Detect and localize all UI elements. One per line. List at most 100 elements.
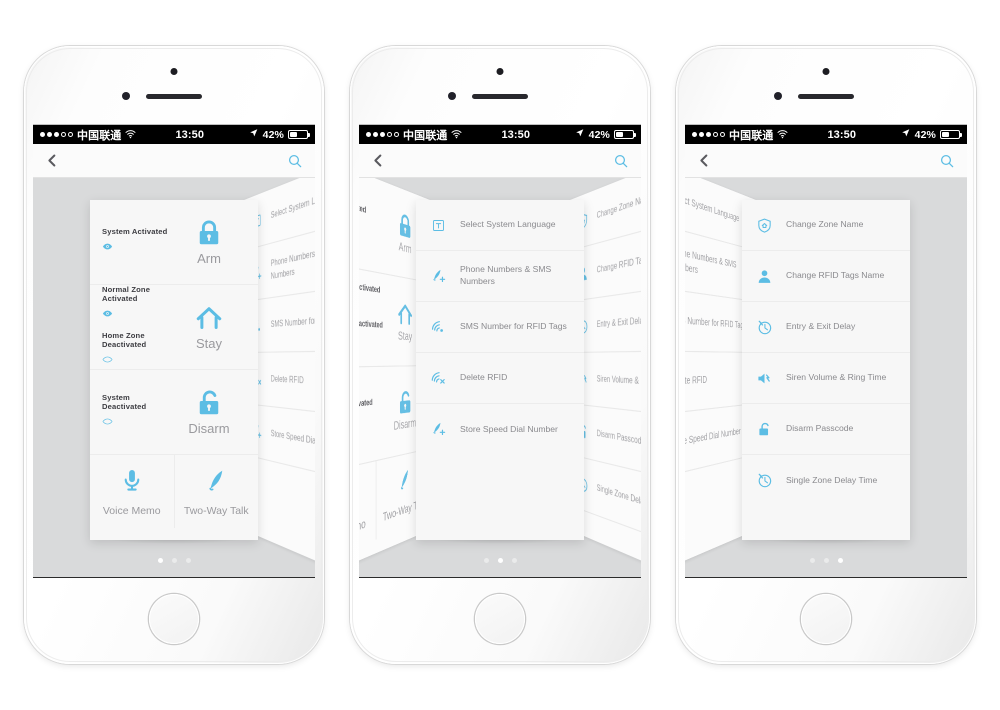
page-dot[interactable] — [171, 558, 177, 563]
panel-carousel[interactable]: Select System Language Phone Numbers & SM… — [33, 178, 315, 577]
screen-content: Select System Language Phone Numbers & SM… — [33, 178, 315, 577]
signal-dot — [47, 132, 52, 137]
timer-icon — [751, 472, 777, 489]
list-item[interactable]: Change Zone Name — [742, 200, 910, 251]
phone-2: 中国联通 13:50 42% Change Zone Name Change RFID … — [350, 46, 650, 664]
page-dot[interactable] — [823, 558, 829, 563]
list-item-label: Phone Numbers & SMS Numbers — [460, 264, 552, 286]
list-item-label: Siren Volume & Ring Time — [596, 373, 641, 388]
list-item[interactable]: Select System Language — [416, 200, 584, 251]
location-arrow-icon — [575, 128, 585, 141]
quick-action-cell: Voice Memo — [359, 461, 377, 569]
status-state-label: System Deactivated — [102, 392, 147, 411]
status-row[interactable]: System Activated Arm — [90, 200, 258, 285]
status-state: System Deactivated — [359, 395, 384, 441]
signal-dot — [380, 132, 385, 137]
list-item-label: Store Speed Dial Number — [460, 423, 558, 434]
signal-dot — [720, 132, 725, 137]
list-item[interactable]: Disarm Passcode — [742, 404, 910, 455]
home-button[interactable] — [801, 594, 851, 644]
phone-screen: 中国联通 13:50 42% Select System Language Phone … — [33, 124, 315, 578]
text-box-icon — [425, 218, 451, 233]
list-item-label: Change RFID Tags Name — [786, 270, 885, 281]
status-row-caption: Arm — [197, 251, 221, 266]
search-icon[interactable] — [939, 153, 955, 169]
status-row-caption: Stay — [195, 336, 222, 351]
carousel-panel-active: Select System Language Phone Numbers & SM… — [416, 200, 584, 540]
list-item-label: Disarm Passcode — [786, 423, 854, 434]
list-item-label: Single Zone Delay Time — [786, 474, 878, 485]
phone-screen: 中国联通 13:50 42% Change Zone Name Change RFID … — [359, 124, 641, 578]
page-dot[interactable] — [497, 558, 503, 563]
quick-action-cell[interactable]: Voice Memo — [90, 455, 175, 528]
phone-1: 中国联通 13:50 42% Select System Language Phone … — [24, 46, 324, 664]
three-phone-showcase: 中国联通 13:50 42% Select System Language Phone … — [0, 0, 1000, 710]
list-item-label: Siren Volume & Ring Time — [786, 372, 887, 383]
panel-carousel[interactable]: Change Zone Name Change RFID Tags Name Ent… — [359, 178, 641, 577]
phone-bottom-bezel — [24, 578, 324, 664]
status-state: Home Zone Deactivated — [102, 331, 172, 370]
carrier-name: 中国联通 — [77, 129, 122, 142]
list-item[interactable]: Entry & Exit Delay — [742, 302, 910, 353]
back-chevron-icon[interactable] — [45, 153, 60, 168]
page-dot[interactable] — [837, 558, 843, 563]
panel-carousel[interactable]: Select System Language Phone Numbers & SM… — [685, 178, 967, 577]
screen-content: Select System Language Phone Numbers & SM… — [685, 178, 967, 577]
status-time: 13:50 — [175, 128, 205, 141]
quick-action-label: Voice Memo — [102, 505, 161, 517]
list-item-label: Select System Language — [685, 189, 740, 224]
page-dot[interactable] — [157, 558, 163, 563]
list-item[interactable]: Single Zone Delay Time — [742, 455, 910, 506]
wifi-icon — [125, 128, 136, 142]
list-item[interactable]: SMS Number for RFID Tags — [416, 302, 584, 353]
phone-handset-icon — [398, 466, 412, 499]
quick-action-cell[interactable]: Two-Way Talk — [175, 455, 259, 528]
eye-filled-icon — [102, 239, 113, 256]
status-time: 13:50 — [827, 128, 857, 141]
battery-percent: 42% — [914, 128, 936, 141]
rfid-signal-x-icon — [425, 370, 451, 387]
status-row-caption: Disarm — [393, 416, 417, 434]
status-state-label: Home Zone Deactivated — [102, 330, 147, 349]
battery-percent: 42% — [262, 128, 284, 141]
list-item[interactable]: Phone Numbers & SMS Numbers — [416, 251, 584, 302]
back-chevron-icon[interactable] — [697, 153, 712, 168]
list-item[interactable]: Store Speed Dial Number — [416, 404, 584, 455]
phone-bottom-bezel — [350, 578, 650, 664]
list-item-label: Delete RFID — [270, 373, 304, 386]
home-button[interactable] — [149, 594, 199, 644]
earpiece-speaker — [146, 94, 202, 99]
status-row-caption: Disarm — [188, 421, 230, 436]
eye-outline-icon — [102, 414, 113, 431]
status-bar: 中国联通 13:50 42% — [359, 125, 641, 144]
battery-icon — [940, 129, 962, 140]
eye-outline-icon — [102, 352, 113, 369]
proximity-sensor — [122, 92, 130, 100]
back-chevron-icon[interactable] — [371, 153, 386, 168]
page-dot[interactable] — [185, 558, 191, 563]
list-item-label: SMS Number for RFID Tags — [685, 313, 746, 331]
page-dot[interactable] — [483, 558, 489, 563]
status-bar: 中国联通 13:50 42% — [685, 125, 967, 144]
page-dot[interactable] — [809, 558, 815, 563]
phone-add-icon — [425, 268, 451, 285]
screen-content: Change Zone Name Change RFID Tags Name Ent… — [359, 178, 641, 577]
status-row[interactable]: System Deactivated Disarm — [90, 370, 258, 455]
battery-icon — [288, 129, 310, 140]
person-icon — [751, 268, 777, 285]
location-arrow-icon — [249, 128, 259, 141]
rfid-signal-icon — [425, 319, 451, 336]
status-row[interactable]: Normal Zone Activated Home Zone Deactivat… — [90, 285, 258, 370]
search-icon[interactable] — [613, 153, 629, 169]
status-state: System Activated — [102, 227, 172, 257]
signal-dot — [61, 132, 66, 137]
phone-add-icon — [425, 421, 451, 438]
page-dot[interactable] — [511, 558, 517, 563]
list-item[interactable]: Change RFID Tags Name — [742, 251, 910, 302]
status-state-label: Normal Zone Activated — [102, 284, 151, 303]
search-icon[interactable] — [287, 153, 303, 169]
list-item[interactable]: Siren Volume & Ring Time — [742, 353, 910, 404]
phone-3: 中国联通 13:50 42% Select System Language Phone … — [676, 46, 976, 664]
home-button[interactable] — [475, 594, 525, 644]
list-item[interactable]: Delete RFID — [416, 353, 584, 404]
